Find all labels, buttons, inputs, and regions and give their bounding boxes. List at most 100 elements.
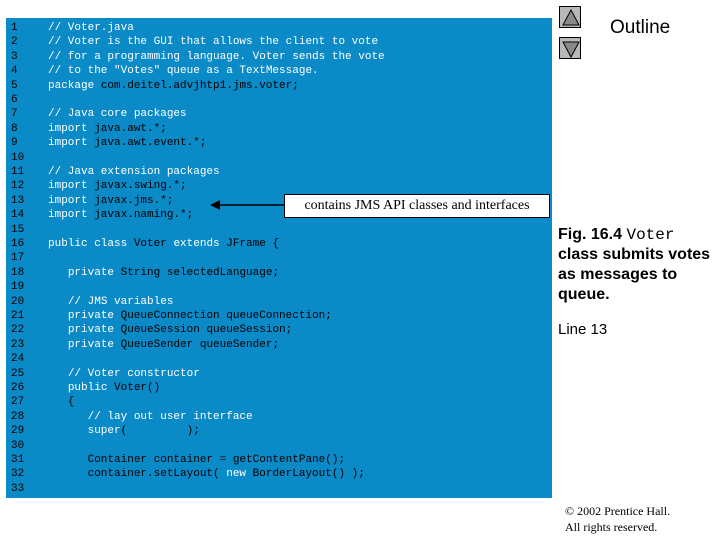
line-number: 15: [11, 223, 25, 236]
line-number: 13: [11, 194, 25, 207]
code-text: // JMS variables: [48, 295, 174, 309]
line-number: 24: [11, 353, 25, 366]
code-token: com.deitel.advjhtp1.jms.voter;: [94, 79, 299, 92]
line-number: 3: [11, 50, 18, 63]
code-text: private QueueConnection queueConnection;: [48, 309, 332, 323]
code-text: public class Voter extends JFrame {: [48, 237, 279, 251]
code-text: Container container = getContentPane();: [48, 453, 345, 467]
code-text: super( );: [48, 424, 200, 438]
code-keyword: import: [48, 137, 88, 150]
outline-link[interactable]: Outline: [610, 17, 670, 39]
code-token: container.setLayout(: [48, 468, 227, 481]
code-text: import java.awt.event.*;: [48, 136, 206, 150]
line-number: 31: [11, 454, 25, 466]
code-keyword: import: [48, 209, 88, 222]
code-text: private QueueSession queueSession;: [48, 323, 292, 337]
code-text: public Voter(): [48, 381, 160, 395]
figure-caption: Fig. 16.4 Voter class submits votes as m…: [558, 225, 716, 305]
code-comment: // Java extension packages: [48, 166, 220, 178]
code-token: BorderLayout() );: [246, 468, 365, 481]
code-token: javax.jms.*;: [87, 194, 174, 207]
line-number: 17: [11, 252, 25, 265]
code-comment: // to the "Votes" queue as a TextMessage…: [48, 65, 319, 78]
code-token: java.awt.*;: [87, 122, 167, 135]
figure-caption-suffix: class submits votes as messages to queue…: [558, 246, 711, 303]
code-text: // to the "Votes" queue as a TextMessage…: [48, 64, 319, 78]
line-number: 9: [11, 137, 18, 150]
code-token: JFrame {: [219, 238, 280, 250]
line-number: 33: [11, 482, 25, 495]
line-number: 4: [11, 65, 18, 78]
code-keyword: public: [67, 382, 108, 394]
code-token: String selectedLanguage;: [114, 266, 280, 279]
line-number: 22: [11, 324, 25, 337]
code-text: import javax.naming.*;: [48, 208, 193, 222]
code-token: java.awt.event.*;: [87, 137, 207, 150]
code-token: Container container = getContentPane();: [48, 454, 346, 466]
code-comment: // lay out user interface: [87, 410, 253, 423]
line-number: 29: [11, 425, 25, 438]
code-text: {: [48, 395, 75, 409]
code-text: import java.awt.*;: [48, 122, 167, 136]
code-text: // Voter.java: [48, 21, 134, 35]
code-text: // Voter constructor: [48, 367, 200, 381]
line-number: 25: [11, 367, 25, 380]
code-text: private QueueSender queueSender;: [48, 338, 279, 352]
figure-caption-prefix: Fig. 16.4: [558, 226, 627, 243]
code-token: Voter(): [107, 382, 161, 394]
code-keyword: private: [67, 324, 115, 337]
code-text: // Java core packages: [48, 107, 187, 121]
code-listing: 1 // Voter.java 2 // Voter is the GUI that …: [6, 18, 552, 498]
line-number: 7: [11, 108, 18, 121]
line-number: 6: [11, 94, 18, 106]
code-token: javax.swing.*;: [87, 180, 187, 193]
line-number: 5: [11, 79, 18, 92]
code-text: import javax.jms.*;: [48, 194, 173, 208]
code-text: // lay out user interface: [48, 410, 253, 424]
code-text: // Voter is the GUI that allows the clie…: [48, 35, 378, 49]
code-keyword: import: [48, 180, 88, 193]
code-text: // Java extension packages: [48, 165, 220, 179]
code-token: Voter: [127, 238, 174, 250]
line-number: 32: [11, 468, 25, 481]
line-number: 26: [11, 382, 25, 394]
triangle-up-icon[interactable]: [559, 6, 581, 28]
triangle-down-icon[interactable]: [559, 37, 581, 59]
line-number: 10: [11, 151, 25, 164]
code-text: import javax.swing.*;: [48, 179, 187, 193]
code-keyword: private: [67, 266, 115, 279]
code-text: // for a programming language. Voter sen…: [48, 50, 385, 64]
callout-arrow: [210, 200, 285, 210]
code-token: QueueConnection queueConnection;: [114, 310, 332, 322]
line-number: 16: [11, 238, 25, 250]
line-number: 14: [11, 209, 25, 222]
code-comment: // Voter is the GUI that allows the clie…: [48, 36, 379, 49]
line-number: 18: [11, 266, 25, 279]
code-token: ( );: [120, 425, 200, 438]
code-comment: // JMS variables: [67, 295, 174, 308]
code-keyword: private: [67, 310, 115, 322]
code-keyword: super: [87, 425, 121, 438]
code-keyword: private: [67, 338, 115, 351]
line-number: 1: [11, 22, 18, 34]
line-number: 27: [11, 396, 25, 409]
code-comment: // Java core packages: [48, 108, 187, 121]
code-comment: // Voter.java: [48, 22, 134, 34]
code-text: container.setLayout( new BorderLayout() …: [48, 467, 365, 481]
code-token: QueueSession queueSession;: [114, 324, 293, 337]
line-number: 11: [11, 166, 25, 178]
copyright-line-1: © 2002 Prentice Hall.: [565, 504, 671, 518]
callout-box: contains JMS API classes and interfaces: [284, 194, 550, 218]
line-number: 20: [11, 295, 25, 308]
line-number: 12: [11, 180, 25, 193]
code-text: package com.deitel.advjhtp1.jms.voter;: [48, 79, 299, 93]
line-number: 23: [11, 338, 25, 351]
